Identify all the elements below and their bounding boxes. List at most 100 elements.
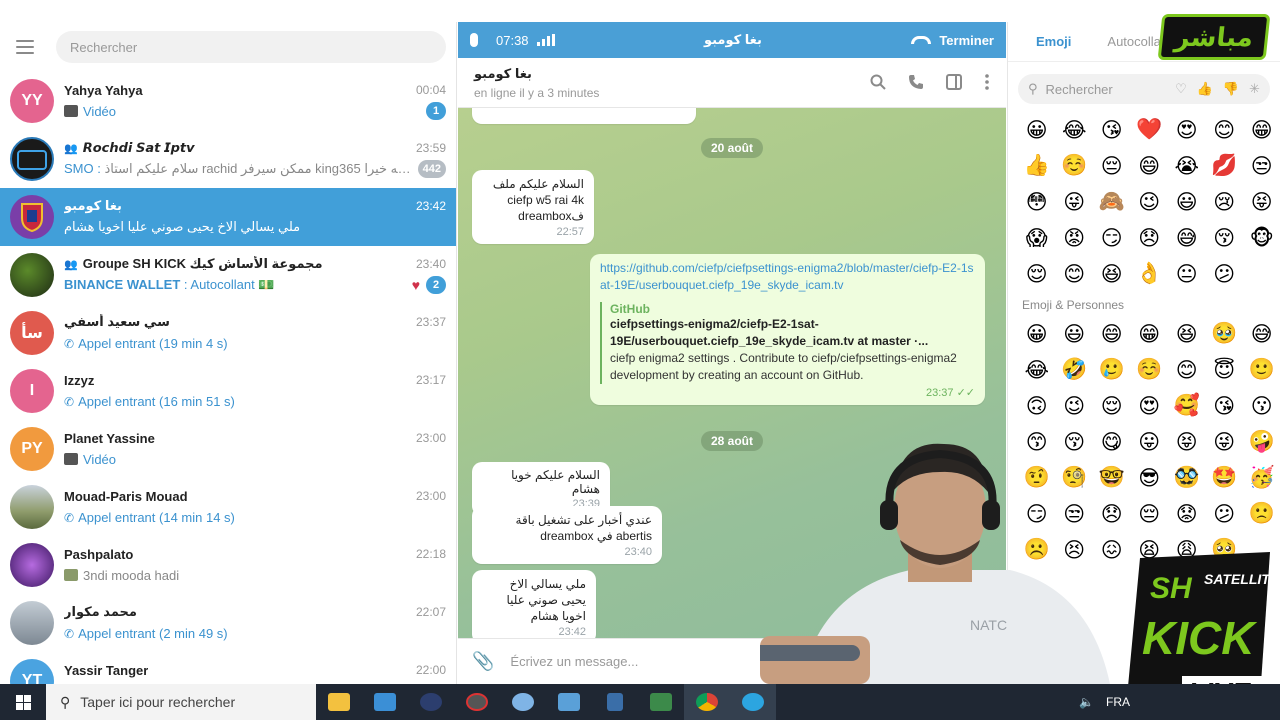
- taskbar-chrome[interactable]: [684, 684, 730, 720]
- message-bubble-incoming[interactable]: ملي يسالي الاخ يحيى صوني عليا اخويا هشام…: [472, 570, 596, 638]
- chat-item-groupe-sh-kick[interactable]: 👥 Groupe SH KICK مجموعة الأساش كيك 23:40 B…: [0, 246, 456, 304]
- taskbar-file-explorer[interactable]: [316, 684, 362, 720]
- taskbar-search[interactable]: ⚲ Taper ici pour rechercher: [46, 684, 316, 720]
- emoji-item[interactable]: 🐵: [1243, 220, 1280, 256]
- emoji-item[interactable]: 😃: [1056, 316, 1094, 352]
- emoji-item[interactable]: 🥲: [1093, 352, 1131, 388]
- emoji-item[interactable]: 😚: [1206, 220, 1244, 256]
- chat-item-yassir-tanger[interactable]: YT Yassir Tanger 22:00: [0, 652, 456, 684]
- emoji-item[interactable]: 😕: [1206, 496, 1244, 532]
- taskbar-app-6[interactable]: [546, 684, 592, 720]
- chat-search-input[interactable]: [56, 31, 446, 63]
- emoji-item[interactable]: 🙃: [1018, 388, 1056, 424]
- emoji-item[interactable]: 😉: [1131, 184, 1169, 220]
- message-bubble-incoming[interactable]: السلام عليكم ملف ciefp w5 rai 4k فdreamb…: [472, 170, 594, 244]
- emoji-item[interactable]: 😱: [1018, 220, 1056, 256]
- link-preview[interactable]: GitHub ciefpsettings-enigma2/ciefp-E2-1s…: [600, 302, 975, 384]
- hangup-icon[interactable]: [911, 36, 932, 44]
- phone-call-icon[interactable]: [908, 74, 924, 95]
- message-link[interactable]: https://github.com/ciefp/ciefpsettings-e…: [600, 260, 975, 294]
- emoji-item[interactable]: 😂: [1018, 352, 1056, 388]
- emoji-item[interactable]: 😃: [1168, 184, 1206, 220]
- emoji-item[interactable]: 😜: [1056, 184, 1094, 220]
- chat-item-si-said-asfi[interactable]: سأ سي سعيد أسفي 23:37 ✆ Appel entrant (19 …: [0, 304, 456, 362]
- emoji-item[interactable]: 🙁: [1243, 496, 1280, 532]
- emoji-item[interactable]: 🙂: [1243, 352, 1280, 388]
- emoji-item[interactable]: 🙈: [1093, 184, 1131, 220]
- emoji-item[interactable]: 😒: [1243, 148, 1280, 184]
- taskbar-app-8[interactable]: [638, 684, 684, 720]
- emoji-item[interactable]: 😝: [1243, 184, 1280, 220]
- microphone-icon[interactable]: [470, 33, 478, 47]
- taskbar-app-2[interactable]: [362, 684, 408, 720]
- emoji-item[interactable]: 🥸: [1168, 460, 1206, 496]
- emoji-item[interactable]: 🤩: [1206, 460, 1244, 496]
- emoji-item[interactable]: 🤪: [1243, 424, 1280, 460]
- emoji-item[interactable]: 😄: [1131, 148, 1169, 184]
- emoji-item[interactable]: 💋: [1206, 148, 1244, 184]
- emoji-item[interactable]: 😘: [1093, 112, 1131, 148]
- emoji-item[interactable]: 😗: [1243, 388, 1280, 424]
- emoji-item[interactable]: 👌: [1131, 256, 1169, 292]
- active-call-bar[interactable]: 07:38 بغا كومبو Terminer: [458, 22, 1006, 58]
- attach-paperclip-icon[interactable]: 📎: [472, 651, 494, 672]
- emoji-search-input[interactable]: [1045, 81, 1146, 97]
- emoji-item[interactable]: ❤️: [1131, 112, 1169, 148]
- emoji-item[interactable]: 😉: [1056, 388, 1094, 424]
- emoji-item[interactable]: 😡: [1056, 220, 1094, 256]
- emoji-item[interactable]: 😍: [1168, 112, 1206, 148]
- chat-item-pashpalato[interactable]: Pashpalato 22:18 3ndi mooda hadi: [0, 536, 456, 594]
- emoji-item[interactable]: 😌: [1018, 256, 1056, 292]
- heart-category-icon[interactable]: ♡: [1175, 81, 1187, 97]
- emoji-item[interactable]: 🥰: [1168, 388, 1206, 424]
- search-icon[interactable]: [870, 74, 886, 95]
- emoji-item[interactable]: ☺️: [1056, 148, 1094, 184]
- emoji-item[interactable]: 😢: [1206, 184, 1244, 220]
- chat-item-rochdi[interactable]: 👥 𝙍𝙤𝙘𝙝𝙙𝙞 𝙎𝙖𝙩 𝙄𝙥𝙩𝙫 23:59 SMO : سلام عليكم ا…: [0, 130, 456, 188]
- emoji-item[interactable]: 😔: [1093, 148, 1131, 184]
- emoji-item[interactable]: 😇: [1206, 352, 1244, 388]
- emoji-item[interactable]: 😁: [1243, 112, 1280, 148]
- emoji-item[interactable]: 😘: [1206, 388, 1244, 424]
- emoji-item[interactable]: ☺️: [1131, 352, 1169, 388]
- emoji-item[interactable]: 😞: [1131, 220, 1169, 256]
- chat-item-yahya[interactable]: YY Yahya Yahya 00:04 Vidéo 1: [0, 72, 456, 130]
- taskbar-app-4[interactable]: [454, 684, 500, 720]
- emoji-item[interactable]: 😆: [1093, 256, 1131, 292]
- volume-icon[interactable]: 🔈: [1079, 695, 1094, 709]
- chat-item-mouad-paris[interactable]: Mouad-Paris Mouad 23:00 ✆ Appel entrant (1…: [0, 478, 456, 536]
- end-call-button[interactable]: Terminer: [939, 33, 994, 48]
- emoji-item[interactable]: 😊: [1206, 112, 1244, 148]
- taskbar-telegram[interactable]: [730, 684, 776, 720]
- emoji-item[interactable]: 😅: [1168, 220, 1206, 256]
- sidebar-toggle-icon[interactable]: [946, 74, 962, 95]
- emoji-item[interactable]: 🤣: [1056, 352, 1094, 388]
- emoji-item[interactable]: 😊: [1056, 256, 1094, 292]
- tab-emoji[interactable]: Emoji: [1036, 34, 1071, 49]
- chat-item-planet-yassine[interactable]: PY Planet Yassine 23:00 Vidéo: [0, 420, 456, 478]
- emoji-item[interactable]: 😀: [1018, 316, 1056, 352]
- thumbs-up-category-icon[interactable]: 👍: [1197, 81, 1213, 97]
- chat-item-bgha-kombo[interactable]: بغا كومبو 23:42 ملي يسالي الاخ يحيى صوني …: [0, 188, 456, 246]
- emoji-item[interactable]: 😅: [1243, 316, 1280, 352]
- emoji-item[interactable]: 😝: [1168, 424, 1206, 460]
- taskbar-app-5[interactable]: [500, 684, 546, 720]
- start-button[interactable]: [0, 684, 46, 720]
- message-bubble-incoming[interactable]: عندي أخبار على تشغيل باقة abertis في dre…: [472, 506, 662, 564]
- emoji-item[interactable]: 😐: [1168, 256, 1206, 292]
- party-category-icon[interactable]: ✳: [1249, 81, 1260, 97]
- emoji-item[interactable]: 😳: [1018, 184, 1056, 220]
- emoji-item[interactable]: 👍: [1018, 148, 1056, 184]
- emoji-item[interactable]: 😜: [1206, 424, 1244, 460]
- chat-item-izzyz[interactable]: I Izzyz 23:17 ✆ Appel entrant (16 min 51 s…: [0, 362, 456, 420]
- emoji-item[interactable]: 😏: [1093, 220, 1131, 256]
- emoji-item[interactable]: 🥳: [1243, 460, 1280, 496]
- hamburger-menu-icon[interactable]: [16, 40, 34, 54]
- taskbar-calculator[interactable]: [592, 684, 638, 720]
- thumbs-down-category-icon[interactable]: 👎: [1223, 81, 1239, 97]
- emoji-item[interactable]: 😍: [1131, 388, 1169, 424]
- more-options-icon[interactable]: [984, 74, 990, 95]
- emoji-item[interactable]: 😕: [1206, 256, 1244, 292]
- emoji-item[interactable]: 😆: [1168, 316, 1206, 352]
- message-bubble-outgoing-link[interactable]: https://github.com/ciefp/ciefpsettings-e…: [590, 254, 985, 405]
